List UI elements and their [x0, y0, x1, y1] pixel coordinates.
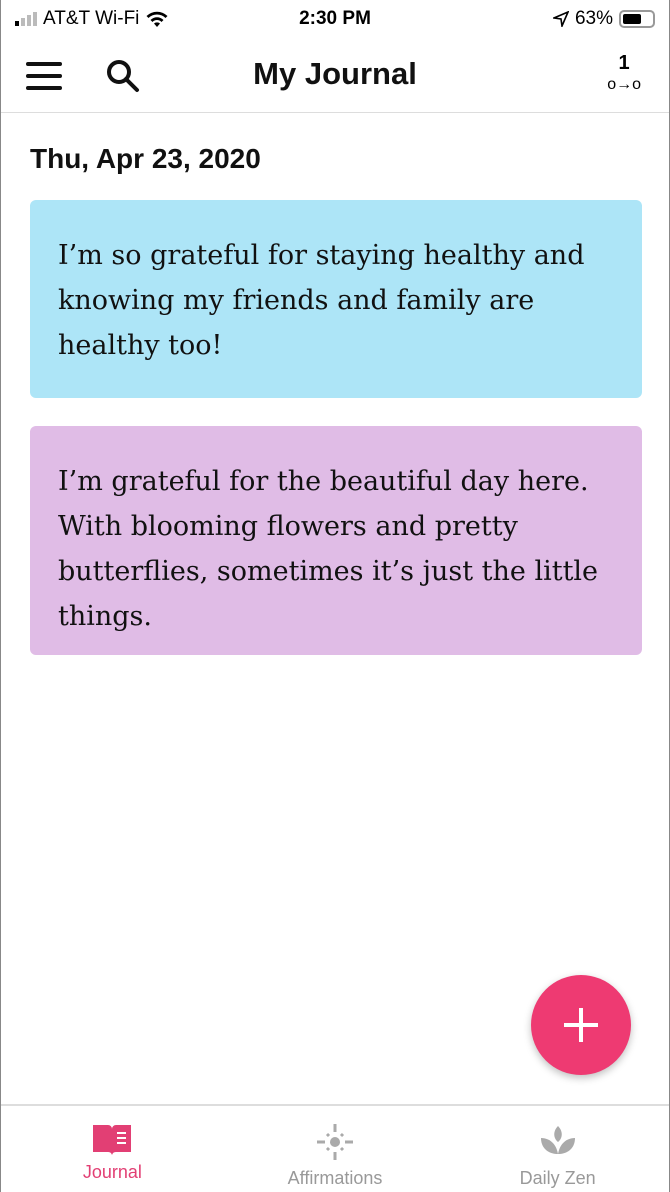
battery-icon — [619, 10, 655, 28]
journal-entry[interactable]: I’m grateful for the beautiful day here.… — [30, 426, 642, 655]
status-bar: AT&T Wi-Fi 2:30 PM 63% — [1, 0, 669, 38]
sync-button[interactable]: 1 o→o — [607, 52, 641, 96]
app-header: My Journal 1 o→o — [1, 38, 669, 113]
tab-daily-zen[interactable]: Daily Zen — [446, 1106, 669, 1192]
page-title: My Journal — [253, 56, 417, 91]
bottom-nav: Journal Affirmations Daily Zen — [1, 1104, 669, 1192]
sync-icon: o→o — [607, 76, 641, 93]
sync-count: 1 — [618, 52, 630, 74]
add-entry-button[interactable] — [531, 975, 631, 1075]
sun-icon — [317, 1124, 353, 1160]
battery-percent: 63% — [574, 8, 613, 29]
tab-label: Daily Zen — [519, 1168, 596, 1188]
book-icon — [93, 1125, 132, 1155]
tab-affirmations[interactable]: Affirmations — [224, 1106, 447, 1192]
entry-date: Thu, Apr 23, 2020 — [30, 143, 261, 174]
tab-label: Affirmations — [287, 1168, 383, 1188]
tab-journal[interactable]: Journal — [1, 1106, 224, 1192]
tab-label: Journal — [82, 1162, 142, 1182]
location-icon — [552, 11, 569, 27]
journal-entry[interactable]: I’m so grateful for staying healthy and … — [30, 200, 642, 398]
lotus-icon — [540, 1126, 575, 1154]
